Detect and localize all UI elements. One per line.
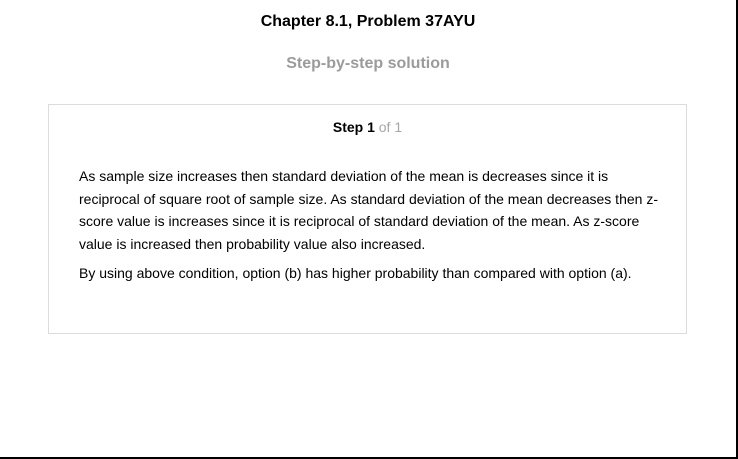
step-paragraph-reasoning: As sample size increases then standard d… [79, 168, 658, 252]
step-total: of 1 [378, 119, 403, 135]
step-header: Step 1 of 1 [49, 118, 686, 136]
solution-subtitle: Step-by-step solution [286, 55, 450, 72]
chapter-title: Chapter 8.1, Problem 37AYU [260, 13, 476, 30]
step-paragraph-conclusion: By using above condition, option (b) has… [79, 265, 632, 281]
step-explanation: As sample size increases then standard d… [79, 165, 669, 285]
solution-page: { "header": { "chapter_title": "Chapter … [0, 0, 738, 459]
step-card: Step 1 of 1 As sample size increases the… [48, 104, 687, 334]
step-label: Step 1 [332, 119, 375, 135]
